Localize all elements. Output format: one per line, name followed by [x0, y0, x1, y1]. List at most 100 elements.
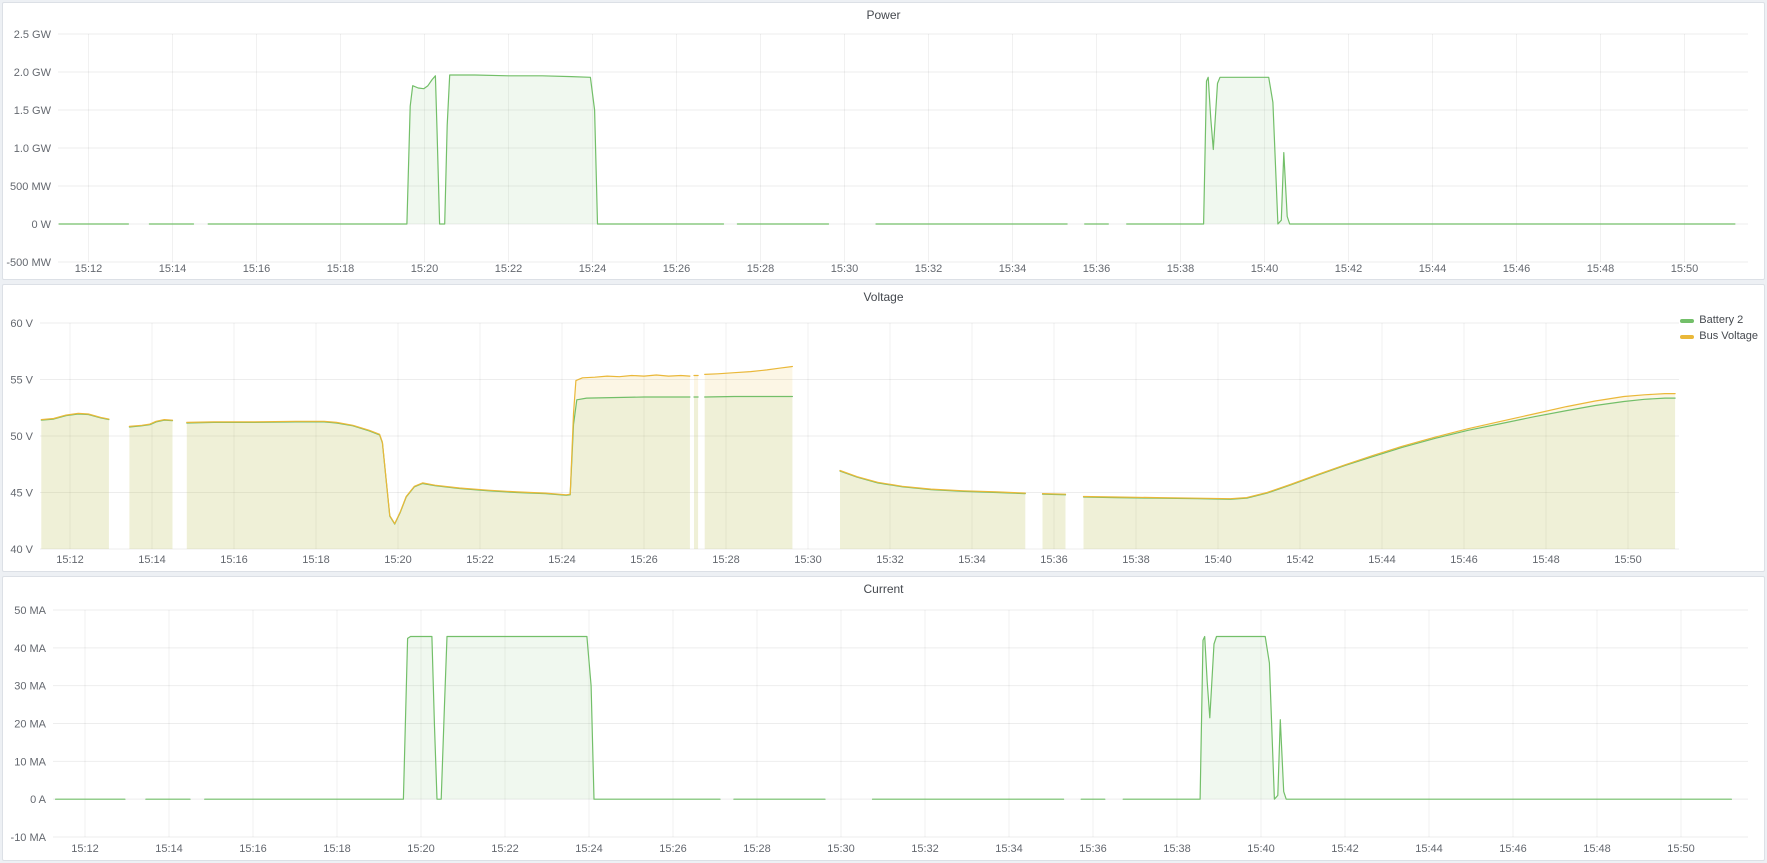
x-tick-label: 15:46 [1503, 263, 1531, 275]
legend-item-bus-voltage[interactable]: Bus Voltage [1680, 331, 1758, 342]
panel-voltage: Voltage 60 V55 V50 V45 V40 V15:1215:1415… [2, 284, 1765, 572]
x-tick-label: 15:48 [1532, 554, 1560, 566]
voltage-series-area [1084, 394, 1676, 549]
x-tick-label: 15:26 [659, 843, 687, 855]
legend-label: Battery 2 [1699, 315, 1743, 326]
gridlines [53, 610, 1748, 837]
legend-swatch-icon [1680, 319, 1694, 323]
x-tick-label: 15:40 [1247, 843, 1275, 855]
y-tick-label: 40 V [10, 544, 33, 556]
y-tick-label: 55 V [10, 375, 33, 387]
x-tick-label: 15:38 [1163, 843, 1191, 855]
x-tick-label: 15:20 [411, 263, 439, 275]
legend-label: Bus Voltage [1699, 331, 1758, 342]
x-tick-label: 15:16 [239, 843, 267, 855]
legend-item-battery-2[interactable]: Battery 2 [1680, 315, 1743, 326]
voltage-series-area [840, 471, 1025, 550]
x-tick-label: 15:34 [958, 554, 986, 566]
voltage-series-line [705, 397, 793, 398]
x-tick-label: 15:12 [56, 554, 84, 566]
x-tick-label: 15:26 [663, 263, 691, 275]
x-tick-label: 15:38 [1167, 263, 1195, 275]
y-tick-label: 2.5 GW [14, 29, 52, 41]
x-tick-label: 15:22 [495, 263, 523, 275]
x-tick-label: 15:46 [1499, 843, 1527, 855]
x-tick-label: 15:28 [743, 843, 771, 855]
x-tick-label: 15:42 [1286, 554, 1314, 566]
x-tick-label: 15:24 [575, 843, 603, 855]
x-tick-label: 15:18 [302, 554, 330, 566]
y-tick-label: 40 MA [14, 643, 46, 655]
x-tick-label: 15:12 [75, 263, 103, 275]
y-tick-label: 1.0 GW [14, 143, 52, 155]
x-tick-label: 15:32 [876, 554, 904, 566]
x-tick-label: 15:46 [1450, 554, 1478, 566]
x-tick-label: 15:24 [548, 554, 576, 566]
x-tick-label: 15:50 [1614, 554, 1642, 566]
y-tick-label: 2.0 GW [14, 67, 52, 79]
y-tick-label: 30 MA [14, 681, 46, 693]
x-tick-label: 15:50 [1667, 843, 1695, 855]
x-tick-label: 15:44 [1368, 554, 1396, 566]
x-tick-label: 15:30 [831, 263, 859, 275]
gridlines [58, 34, 1748, 262]
y-tick-label: 50 V [10, 431, 33, 443]
x-tick-label: 15:22 [491, 843, 519, 855]
x-tick-label: 15:50 [1671, 263, 1699, 275]
x-tick-label: 15:14 [155, 843, 183, 855]
x-tick-label: 15:18 [327, 263, 355, 275]
x-tick-label: 15:32 [915, 263, 943, 275]
voltage-series-line [1043, 494, 1066, 495]
x-tick-label: 15:24 [579, 263, 607, 275]
y-tick-label: 0 W [31, 219, 51, 231]
x-tick-label: 15:12 [71, 843, 99, 855]
x-tick-label: 15:28 [712, 554, 740, 566]
panel-current: Current 50 MA40 MA30 MA20 MA10 MA0 A-10 … [2, 576, 1765, 861]
x-tick-label: 15:40 [1204, 554, 1232, 566]
x-tick-label: 15:18 [323, 843, 351, 855]
current-chart-plot[interactable]: 50 MA 40 MA 30 MA 20 MA 10 MA 0 A -10 MA 15:12 1… [3, 577, 1764, 860]
x-tick-label: 15:20 [384, 554, 412, 566]
y-tick-label: 10 MA [14, 756, 46, 768]
legend-swatch-icon [1680, 335, 1694, 339]
current-series-area [205, 637, 720, 800]
y-tick-label: 1.5 GW [14, 105, 52, 117]
x-tick-label: 15:38 [1122, 554, 1150, 566]
voltage-series-area [129, 420, 172, 549]
power-chart-plot[interactable]: 2.5 GW 2.0 GW 1.5 GW 1.0 GW 500 MW 0 W -500 MW… [3, 3, 1764, 279]
x-tick-label: 15:36 [1040, 554, 1068, 566]
x-tick-label: 15:14 [159, 263, 187, 275]
y-tick-label: 20 MA [14, 719, 46, 731]
x-tick-label: 15:40 [1251, 263, 1279, 275]
power-series-area [1127, 77, 1735, 224]
x-tick-label: 15:32 [911, 843, 939, 855]
x-tick-label: 15:48 [1587, 263, 1615, 275]
x-tick-label: 15:16 [220, 554, 248, 566]
x-tick-label: 15:36 [1079, 843, 1107, 855]
y-tick-label: 500 MW [10, 181, 52, 193]
voltage-series-area [694, 376, 698, 550]
x-tick-label: 15:28 [747, 263, 775, 275]
x-tick-label: 15:22 [466, 554, 494, 566]
dashboard: { "chart_data": [ { "id": "power", "type… [0, 0, 1767, 863]
panel-power: Power 2.5 GW2.0 GW1.5 GW1.0 GW500 MW0 W-… [2, 2, 1765, 280]
y-tick-label: 0 A [30, 794, 47, 806]
y-tick-label: 50 MA [14, 605, 46, 617]
x-tick-label: 15:14 [138, 554, 166, 566]
current-series-area [1123, 637, 1731, 800]
voltage-series-area [187, 375, 690, 549]
voltage-series-area [705, 367, 793, 550]
x-tick-label: 15:34 [999, 263, 1027, 275]
x-tick-label: 15:42 [1331, 843, 1359, 855]
y-tick-label: 45 V [10, 488, 33, 500]
power-series-area [208, 75, 723, 224]
x-tick-label: 15:42 [1335, 263, 1363, 275]
y-tick-label: -500 MW [6, 257, 51, 269]
x-tick-label: 15:44 [1415, 843, 1443, 855]
voltage-legend: Battery 2 Bus Voltage [1680, 315, 1758, 342]
y-tick-label: 60 V [10, 318, 33, 330]
x-tick-label: 15:16 [243, 263, 271, 275]
y-tick-label: -10 MA [11, 832, 47, 844]
voltage-chart-plot[interactable]: 60 V 55 V 50 V 45 V 40 V 15:12 15:14 15:16 15:18… [3, 285, 1764, 571]
x-tick-label: 15:26 [630, 554, 658, 566]
